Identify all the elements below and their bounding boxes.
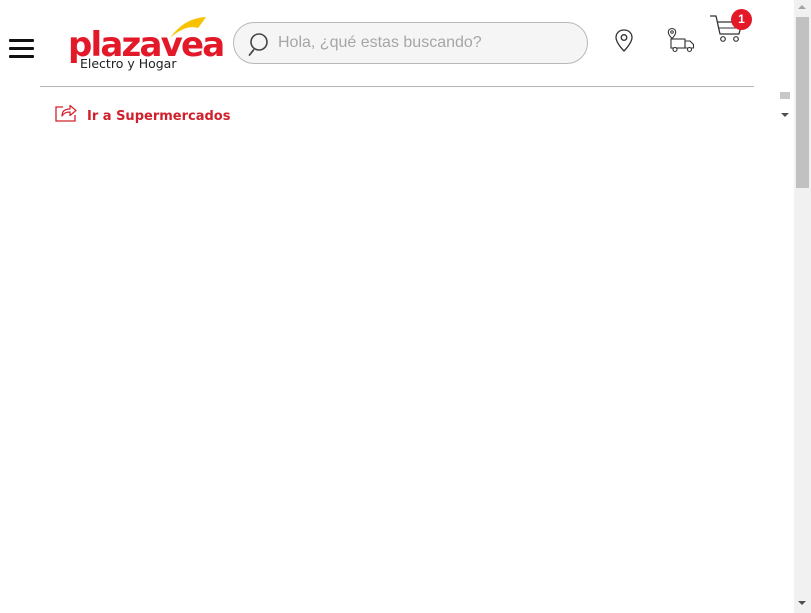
share-arrow-icon: [55, 104, 77, 122]
search-input[interactable]: [278, 23, 578, 63]
search-icon[interactable]: [248, 31, 274, 57]
inner-scroll-down-arrow[interactable]: [781, 113, 789, 117]
search-bar[interactable]: [233, 22, 588, 64]
plazavea-logo[interactable]: plazavea Electro y Hogar: [66, 14, 225, 74]
logo-subtitle: Electro y Hogar: [80, 56, 177, 71]
page-scrollbar[interactable]: [794, 0, 811, 613]
header: plazavea Electro y Hogar Hola, ¿qué esta…: [0, 0, 794, 88]
scrollbar-thumb[interactable]: [796, 17, 809, 188]
cart-count-badge: 1: [731, 9, 752, 30]
delivery-truck-icon[interactable]: [666, 27, 696, 55]
location-pin-icon[interactable]: [612, 28, 636, 54]
supermercados-label: Ir a Supermercados: [87, 108, 231, 124]
supermercados-link[interactable]: Ir a Supermercados: [54, 101, 230, 125]
inner-scrollbar-thumb[interactable]: [780, 92, 790, 99]
page: plazavea Electro y Hogar Hola, ¿qué esta…: [0, 0, 811, 613]
header-divider: [40, 86, 754, 87]
scroll-up-arrow[interactable]: [798, 5, 806, 9]
hamburger-menu-icon[interactable]: [9, 39, 34, 59]
scroll-down-arrow[interactable]: [798, 601, 806, 605]
inner-scrollbar[interactable]: [779, 89, 791, 125]
